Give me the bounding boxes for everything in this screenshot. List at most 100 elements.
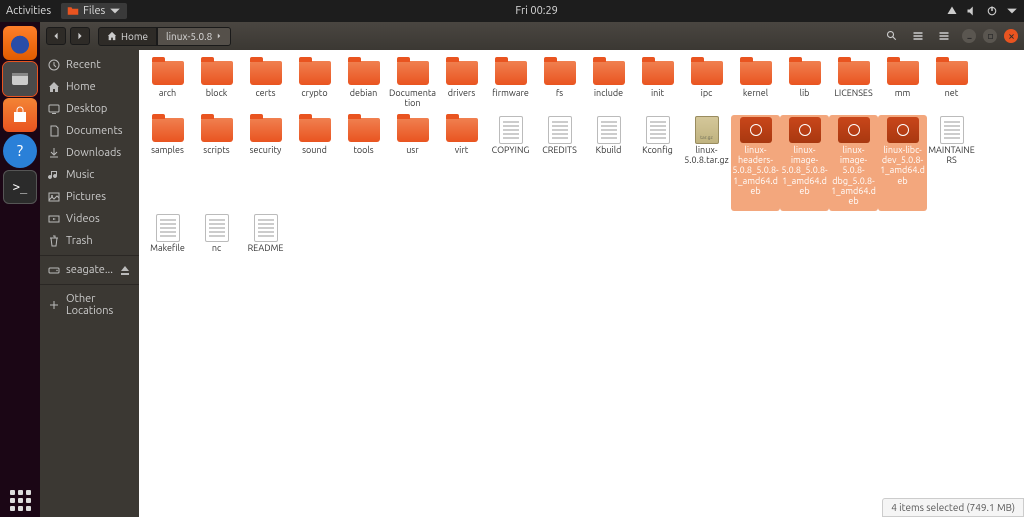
file-item[interactable]: debian <box>339 58 388 113</box>
archive-icon: tar.gz <box>695 116 719 144</box>
sidebar-item-pictures[interactable]: Pictures <box>40 186 139 208</box>
file-item[interactable]: linux-image-5.0.8_5.0.8-1_amd64.deb <box>780 115 829 211</box>
file-item[interactable]: virt <box>437 115 486 211</box>
file-item[interactable]: Kconfig <box>633 115 682 211</box>
document-icon <box>156 214 180 242</box>
file-item[interactable]: MAINTAINERS <box>927 115 976 211</box>
file-item[interactable]: kernel <box>731 58 780 113</box>
clock[interactable]: Fri 00:29 <box>127 5 946 17</box>
breadcrumb-current[interactable]: linux-5.0.8 <box>157 27 231 46</box>
file-item[interactable]: linux-libc-dev_5.0.8-1_amd64.deb <box>878 115 927 211</box>
file-item[interactable]: ipc <box>682 58 731 113</box>
file-label: debian <box>350 88 377 98</box>
breadcrumb-home[interactable]: Home <box>98 27 157 46</box>
close-button[interactable] <box>1004 29 1018 43</box>
network-icon[interactable] <box>946 5 958 17</box>
launcher-show-apps[interactable] <box>3 483 37 517</box>
file-item[interactable]: mm <box>878 58 927 113</box>
activities-button[interactable]: Activities <box>6 5 51 17</box>
home-icon <box>48 81 60 93</box>
file-item[interactable]: README <box>241 213 290 257</box>
hamburger-menu[interactable] <box>933 27 955 45</box>
file-item[interactable]: nc <box>192 213 241 257</box>
document-icon <box>205 214 229 242</box>
file-item[interactable]: usr <box>388 115 437 211</box>
search-button[interactable] <box>881 27 903 45</box>
minimize-button[interactable] <box>962 29 976 43</box>
file-item[interactable]: tar.gzlinux-5.0.8.tar.gz <box>682 115 731 211</box>
file-manager-window: Home linux-5.0.8 RecentHomeDesktopDocume… <box>40 22 1024 517</box>
gnome-top-bar: Activities Files Fri 00:29 <box>0 0 1024 22</box>
home-icon <box>107 31 117 41</box>
view-options-button[interactable] <box>907 27 929 45</box>
file-label: arch <box>159 88 176 98</box>
file-label: firmware <box>492 88 529 98</box>
file-item[interactable]: scripts <box>192 115 241 211</box>
file-item[interactable]: crypto <box>290 58 339 113</box>
sidebar-item-downloads[interactable]: Downloads <box>40 142 139 164</box>
package-icon <box>838 117 870 143</box>
file-item[interactable]: certs <box>241 58 290 113</box>
file-item[interactable]: arch <box>143 58 192 113</box>
power-icon[interactable] <box>986 5 998 17</box>
file-label: include <box>594 88 623 98</box>
file-item[interactable]: init <box>633 58 682 113</box>
chevron-down-icon[interactable] <box>1006 5 1018 17</box>
folder-icon <box>887 61 919 85</box>
file-item[interactable]: sound <box>290 115 339 211</box>
file-item[interactable]: Kbuild <box>584 115 633 211</box>
file-item[interactable]: block <box>192 58 241 113</box>
folder-icon <box>642 61 674 85</box>
volume-icon[interactable] <box>966 5 978 17</box>
file-label: security <box>250 145 282 155</box>
file-item[interactable]: Makefile <box>143 213 192 257</box>
sidebar-item-recent[interactable]: Recent <box>40 54 139 76</box>
file-label: README <box>248 243 284 253</box>
app-menu[interactable]: Files <box>61 3 127 19</box>
launcher-software[interactable] <box>3 98 37 132</box>
file-label: samples <box>151 145 184 155</box>
files-icon <box>67 5 79 17</box>
sidebar-item-desktop[interactable]: Desktop <box>40 98 139 120</box>
file-label: linux-image-5.0.8_5.0.8-1_amd64.deb <box>781 145 828 197</box>
eject-icon[interactable] <box>119 264 131 276</box>
file-manager-icon <box>10 70 30 88</box>
file-item[interactable]: samples <box>143 115 192 211</box>
launcher-terminal[interactable]: >_ <box>3 170 37 204</box>
file-label: tools <box>353 145 373 155</box>
file-item[interactable]: drivers <box>437 58 486 113</box>
folder-icon <box>299 118 331 142</box>
file-label: net <box>945 88 959 98</box>
sidebar-item-trash[interactable]: Trash <box>40 230 139 252</box>
file-item[interactable]: linux-image-5.0.8-dbg_5.0.8-1_amd64.deb <box>829 115 878 211</box>
sidebar-device[interactable]: seagate... <box>40 259 139 281</box>
folder-icon <box>740 61 772 85</box>
file-item[interactable]: fs <box>535 58 584 113</box>
sidebar-item-videos[interactable]: Videos <box>40 208 139 230</box>
file-label: Documentation <box>389 88 436 109</box>
file-item[interactable]: CREDITS <box>535 115 584 211</box>
file-item[interactable]: lib <box>780 58 829 113</box>
back-button[interactable] <box>46 27 66 45</box>
launcher-help[interactable]: ? <box>3 134 37 168</box>
file-item[interactable]: firmware <box>486 58 535 113</box>
file-item[interactable]: LICENSES <box>829 58 878 113</box>
maximize-button[interactable] <box>983 29 997 43</box>
trash-icon <box>48 235 60 247</box>
file-item[interactable]: COPYING <box>486 115 535 211</box>
sidebar-other-locations[interactable]: Other Locations <box>40 288 139 322</box>
launcher-firefox[interactable] <box>3 26 37 60</box>
file-item[interactable]: Documentation <box>388 58 437 113</box>
file-item[interactable]: include <box>584 58 633 113</box>
file-item[interactable]: tools <box>339 115 388 211</box>
file-item[interactable]: linux-headers-5.0.8_5.0.8-1_amd64.deb <box>731 115 780 211</box>
music-icon <box>48 169 60 181</box>
file-item[interactable]: security <box>241 115 290 211</box>
file-view[interactable]: arch blockcertscrypto debian Documentationd… <box>139 50 1024 517</box>
sidebar-item-music[interactable]: Music <box>40 164 139 186</box>
sidebar-item-home[interactable]: Home <box>40 76 139 98</box>
sidebar-item-documents[interactable]: Documents <box>40 120 139 142</box>
file-item[interactable]: net <box>927 58 976 113</box>
launcher-files[interactable] <box>3 62 37 96</box>
forward-button[interactable] <box>70 27 90 45</box>
